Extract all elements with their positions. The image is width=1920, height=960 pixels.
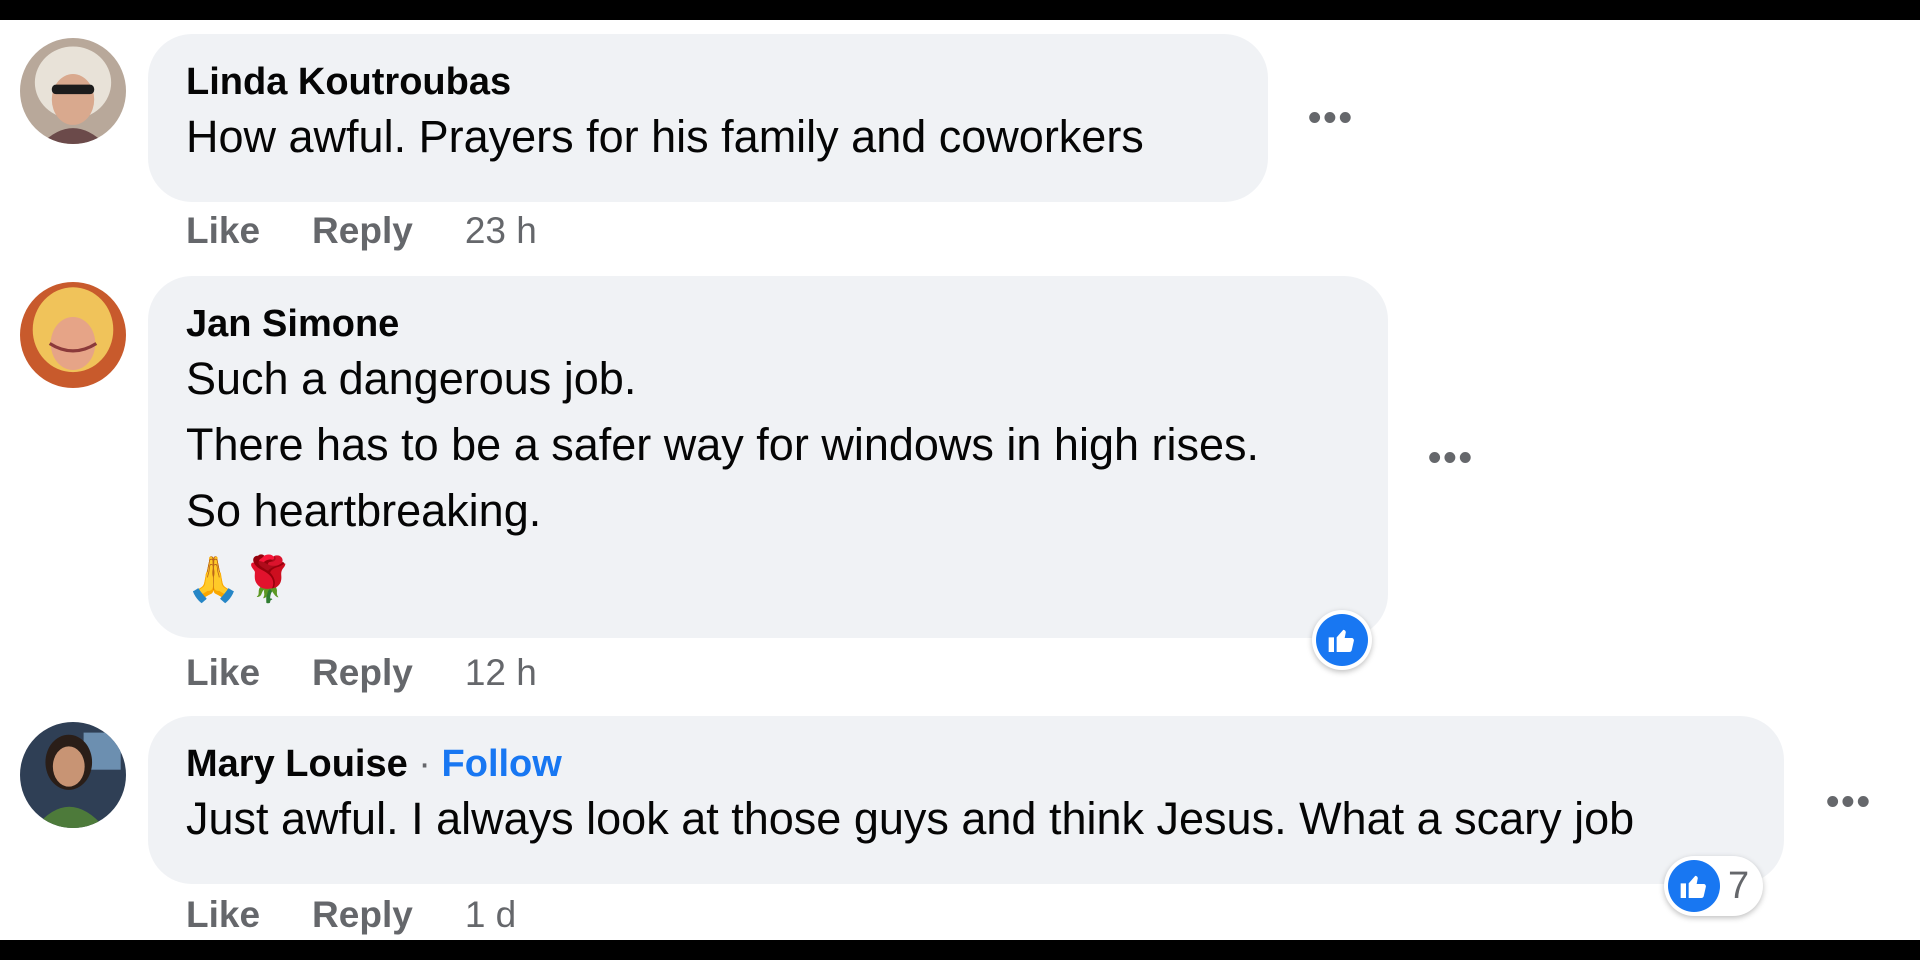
- follow-link[interactable]: Follow: [442, 743, 562, 785]
- like-button[interactable]: Like: [186, 652, 260, 693]
- reply-button[interactable]: Reply: [312, 210, 413, 251]
- comment-actions: Like Reply 23 h: [186, 210, 589, 252]
- reaction-summary[interactable]: [1312, 610, 1372, 670]
- comment-timestamp[interactable]: 12 h: [465, 652, 537, 693]
- comment-text: Just awful. I always look at those guys …: [186, 793, 1635, 844]
- comment-timestamp[interactable]: 23 h: [465, 210, 537, 251]
- avatar[interactable]: [20, 722, 126, 828]
- comment-text: So heartbreaking.: [186, 485, 542, 536]
- comment-actions: Like Reply 12 h: [186, 652, 589, 694]
- more-options-icon[interactable]: •••: [1308, 99, 1354, 137]
- comment-author[interactable]: Linda Koutroubas: [186, 60, 1230, 104]
- separator-dot: ·: [407, 743, 442, 785]
- thumbs-up-icon: [1668, 860, 1720, 912]
- comment-text: There has to be a safer way for windows …: [186, 419, 1260, 470]
- comment-emoji: 🙏🌹: [186, 555, 296, 604]
- thumbs-up-icon: [1316, 614, 1368, 666]
- avatar[interactable]: [20, 282, 126, 388]
- reaction-count: 7: [1728, 864, 1750, 907]
- avatar[interactable]: [20, 38, 126, 144]
- comment-bubble: Mary Louise · Follow Just awful. I alway…: [148, 716, 1784, 884]
- comment-author[interactable]: Mary Louise: [186, 743, 408, 785]
- like-button[interactable]: Like: [186, 894, 260, 935]
- more-options-icon[interactable]: •••: [1428, 439, 1474, 477]
- comment-timestamp[interactable]: 1 d: [465, 894, 516, 935]
- comment-author-line: Mary Louise · Follow: [186, 742, 1746, 786]
- comment-bubble: Linda Koutroubas How awful. Prayers for …: [148, 34, 1268, 202]
- reply-button[interactable]: Reply: [312, 652, 413, 693]
- comment-text: How awful. Prayers for his family and co…: [186, 111, 1144, 162]
- like-button[interactable]: Like: [186, 210, 260, 251]
- comment-actions: Like Reply 1 d: [186, 894, 568, 936]
- comments-panel: Linda Koutroubas How awful. Prayers for …: [0, 20, 1920, 940]
- reply-button[interactable]: Reply: [312, 894, 413, 935]
- comment-text: Such a dangerous job.: [186, 353, 637, 404]
- comment-author[interactable]: Jan Simone: [186, 302, 1350, 346]
- more-options-icon[interactable]: •••: [1826, 783, 1872, 821]
- comment-bubble: Jan Simone Such a dangerous job. There h…: [148, 276, 1388, 638]
- reaction-summary[interactable]: 7: [1664, 856, 1764, 916]
